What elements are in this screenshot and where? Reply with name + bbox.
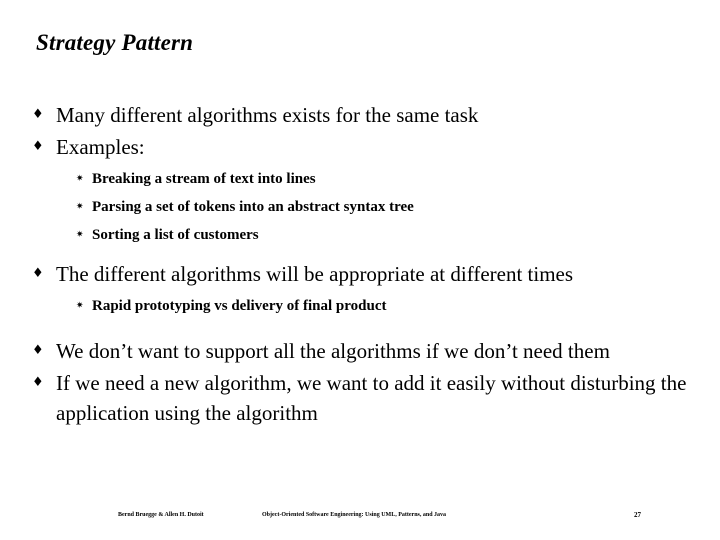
sub-bullet-text: Rapid prototyping vs delivery of final p… — [92, 298, 387, 314]
sub-bullet-text: Sorting a list of customers — [92, 227, 259, 243]
diamond-bullet-icon: ♦ — [32, 375, 44, 390]
bullet-item: ♦ The different algorithms will be appro… — [30, 259, 690, 289]
diamond-bullet-icon: ♦ — [32, 266, 44, 281]
bullet-item: ♦ If we need a new algorithm, we want to… — [30, 368, 690, 428]
sub-bullet-item: ✷ Rapid prototyping vs delivery of final… — [76, 294, 690, 318]
slide: Strategy Pattern ♦ Many different algori… — [0, 0, 720, 540]
star-bullet-icon: ✷ — [76, 301, 84, 311]
bullet-text: The different algorithms will be appropr… — [56, 262, 574, 286]
bullet-text: Examples: — [56, 135, 145, 159]
sub-bullet-item: ✷ Parsing a set of tokens into an abstra… — [76, 195, 690, 219]
sub-bullet-text: Parsing a set of tokens into an abstract… — [92, 199, 414, 215]
page-title: Strategy Pattern — [36, 30, 194, 55]
footer-authors: Bernd Bruegge & Allen H. Dutoit — [118, 512, 204, 518]
slide-body: ♦ Many different algorithms exists for t… — [30, 100, 690, 430]
bullet-item: ♦ Many different algorithms exists for t… — [30, 100, 690, 130]
sub-bullet-item: ✷ Breaking a stream of text into lines — [76, 167, 690, 191]
bullet-item: ♦ We don’t want to support all the algor… — [30, 336, 690, 366]
footer-page-number: 27 — [634, 511, 641, 519]
star-bullet-icon: ✷ — [76, 174, 84, 184]
footer-book-title: Object-Oriented Software Engineering: Us… — [262, 512, 447, 518]
bullet-text: Many different algorithms exists for the… — [56, 103, 479, 127]
diamond-bullet-icon: ♦ — [32, 107, 44, 122]
slide-footer: Bernd Bruegge & Allen H. Dutoit Object-O… — [0, 511, 720, 528]
sub-bullet-text: Breaking a stream of text into lines — [92, 171, 316, 187]
star-bullet-icon: ✷ — [76, 230, 84, 240]
sub-bullet-list: ✷ Breaking a stream of text into lines ✷… — [76, 167, 690, 247]
sub-bullet-item: ✷ Sorting a list of customers — [76, 223, 690, 247]
diamond-bullet-icon: ♦ — [32, 343, 44, 358]
bullet-text: We don’t want to support all the algorit… — [56, 339, 610, 363]
star-bullet-icon: ✷ — [76, 202, 84, 212]
bullet-text: If we need a new algorithm, we want to a… — [56, 371, 687, 425]
sub-bullet-list: ✷ Rapid prototyping vs delivery of final… — [76, 294, 690, 318]
diamond-bullet-icon: ♦ — [32, 139, 44, 154]
bullet-item: ♦ Examples: — [30, 132, 690, 162]
